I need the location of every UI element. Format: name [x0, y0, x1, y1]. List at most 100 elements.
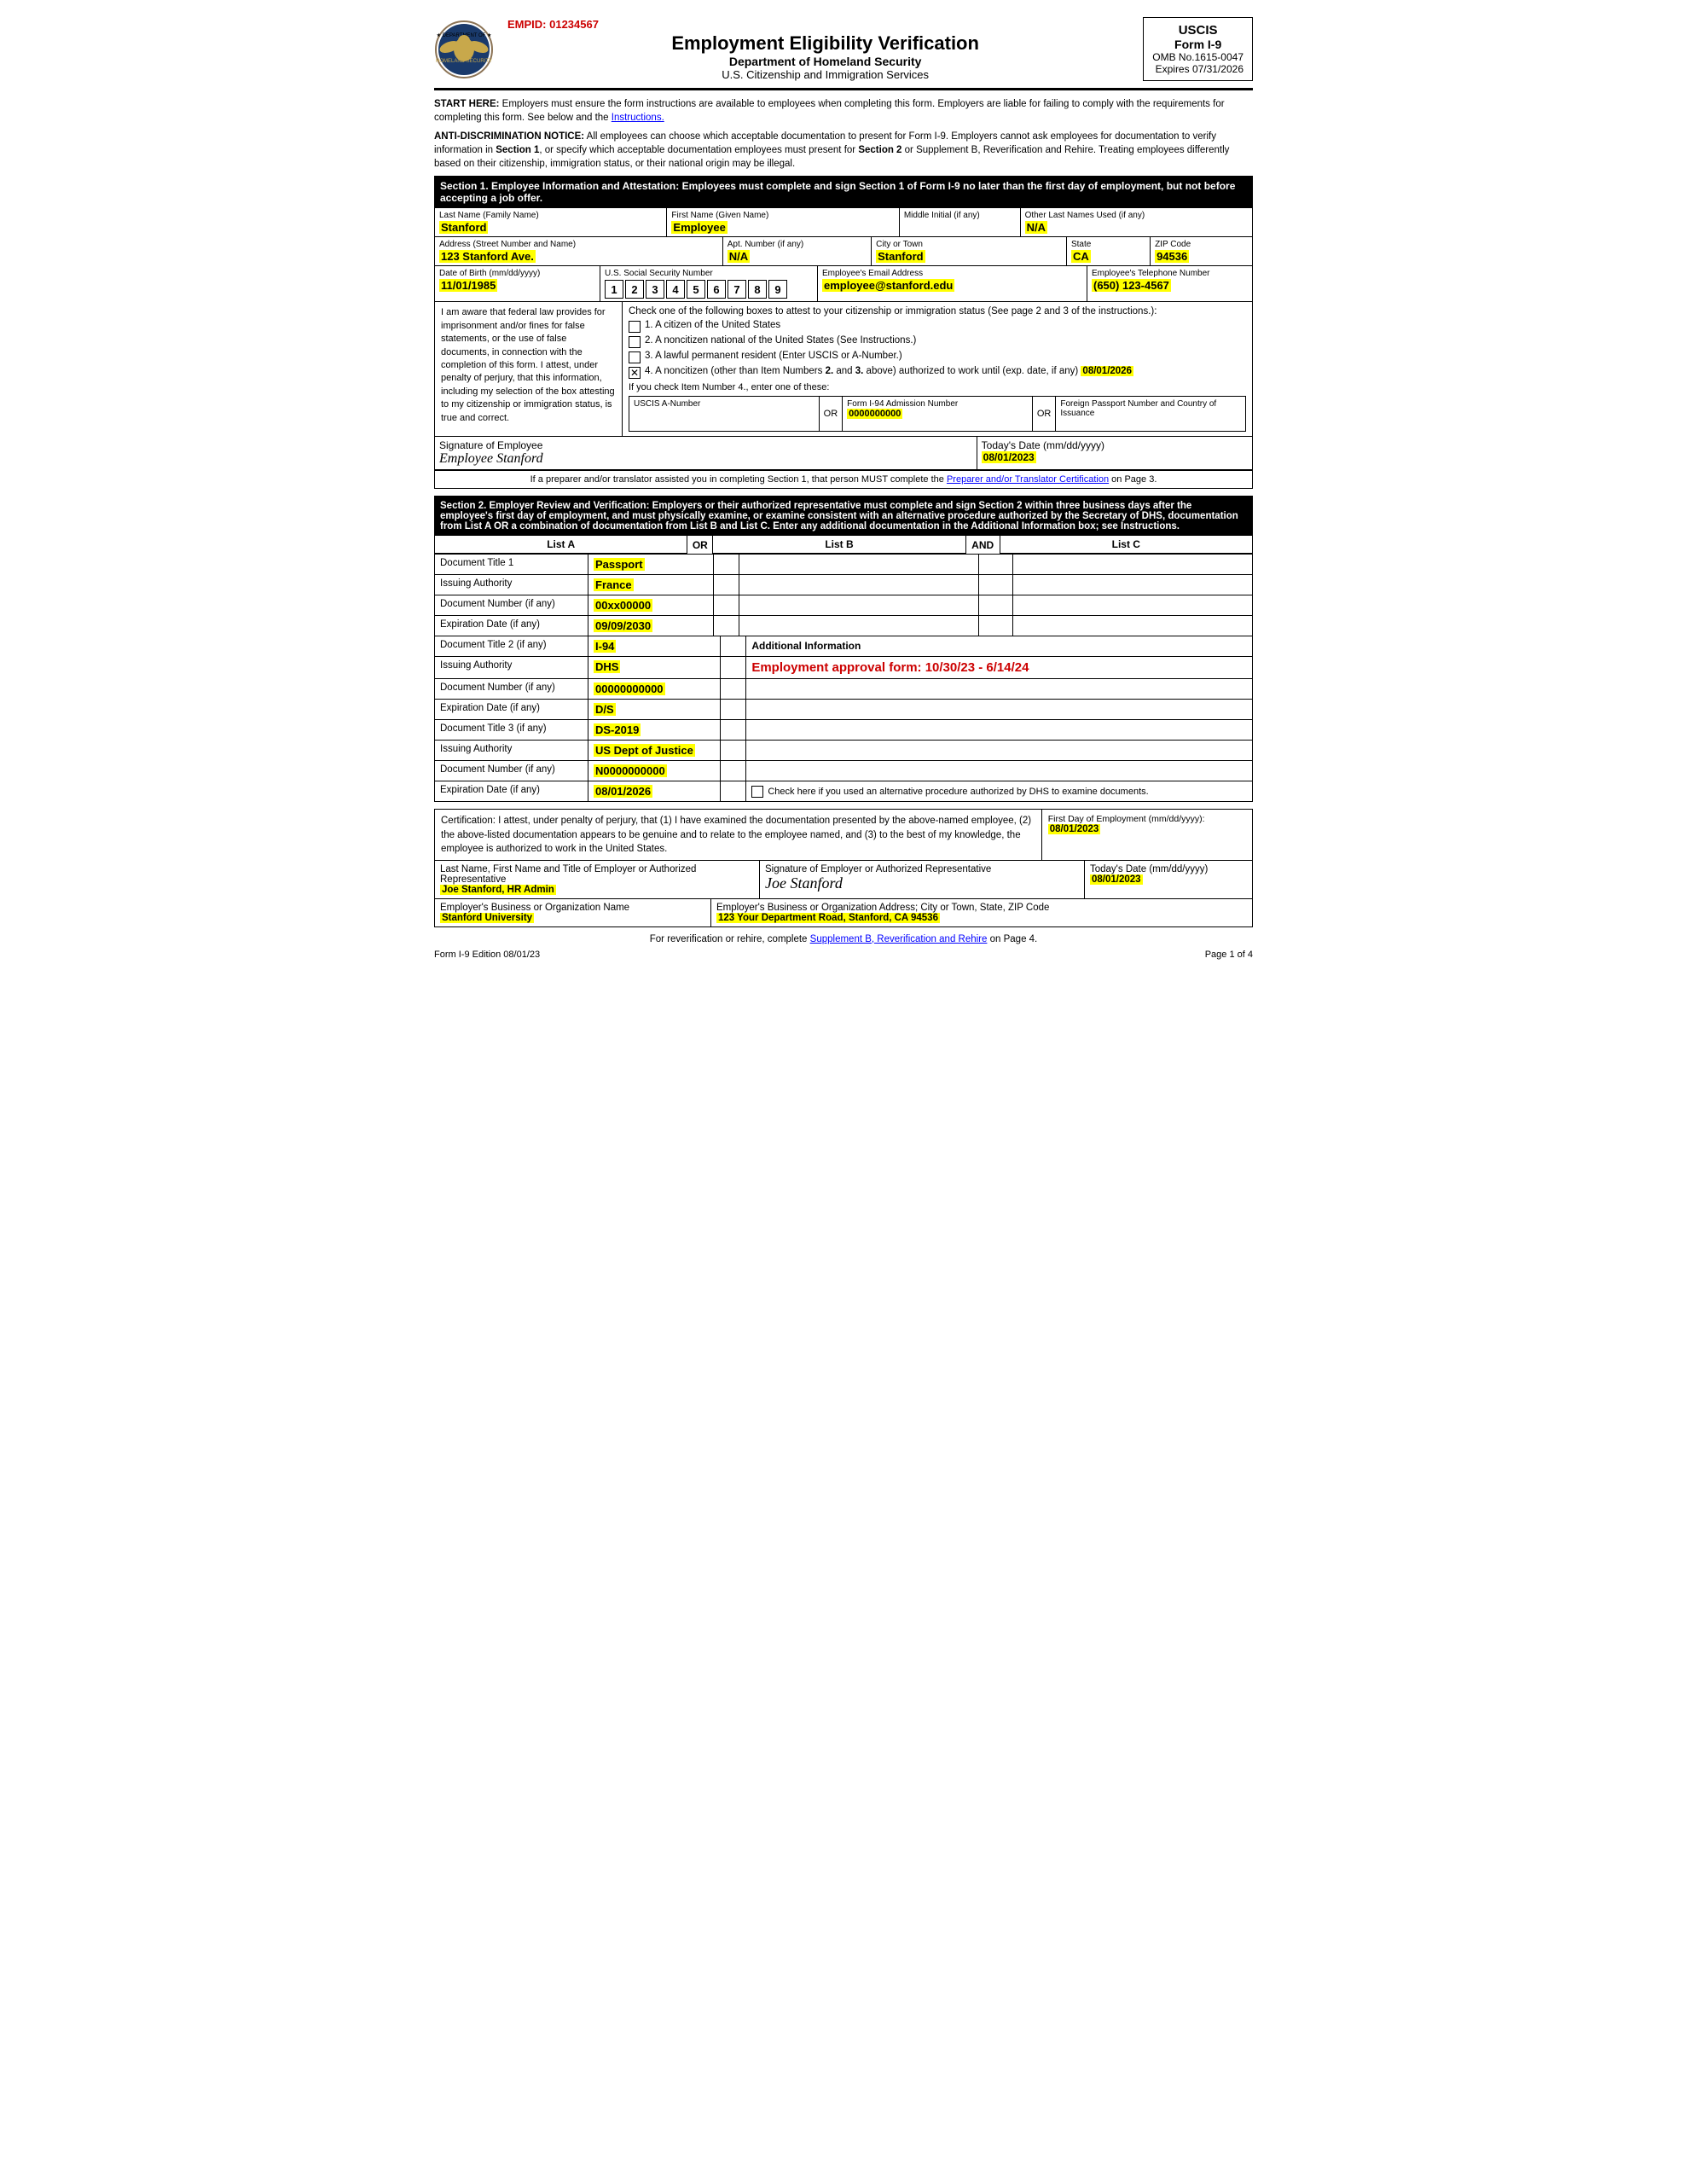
name-row: Last Name (Family Name) Stanford First N…: [435, 208, 1252, 237]
page-footer: Form I-9 Edition 08/01/23 Page 1 of 4: [434, 950, 1253, 960]
doc1-exp-value: 09/09/2030: [588, 616, 714, 636]
ssn-digit-6: 6: [707, 280, 726, 299]
option-1-checkbox[interactable]: [629, 321, 641, 333]
uscis-value: [634, 409, 815, 419]
and-spacer1: [979, 555, 1013, 574]
doc2-exp-value: D/S: [588, 700, 721, 719]
doc2-exp-row: Expiration Date (if any) D/S: [435, 700, 1252, 720]
alt-procedure-checkbox[interactable]: [751, 786, 763, 798]
i94-label: Form I-94 Admission Number: [847, 399, 1028, 409]
date-value: 08/01/2023: [982, 451, 1248, 463]
doc2-number-row: Document Number (if any) 00000000000: [435, 679, 1252, 700]
zip-cell: ZIP Code 94536: [1151, 237, 1252, 265]
certification-text: Certification: I attest, under penalty o…: [435, 810, 1042, 859]
passport-cell: Foreign Passport Number and Country of I…: [1056, 397, 1245, 431]
address-row: Address (Street Number and Name) 123 Sta…: [435, 237, 1252, 266]
doc2-issuing-value: DHS: [588, 657, 721, 678]
first-day-value: 08/01/2023: [1048, 824, 1246, 834]
city-label: City or Town: [876, 240, 1062, 249]
ssn-digit-7: 7: [728, 280, 746, 299]
issuing-auth-label-3: Issuing Authority: [435, 741, 588, 760]
citizenship-options: Check one of the following boxes to atte…: [623, 302, 1252, 436]
option-2-checkbox[interactable]: [629, 336, 641, 348]
or-spacer7: [721, 679, 746, 699]
additional-area-5: [746, 761, 1252, 781]
dob-label: Date of Birth (mm/dd/yyyy): [439, 269, 595, 278]
org-row: Employer's Business or Organization Name…: [435, 899, 1252, 926]
doc3-title-label: Document Title 3 (if any): [435, 720, 588, 740]
list-b-doc1-exp: [739, 616, 979, 636]
dept-name: Department of Homeland Security: [507, 55, 1143, 68]
first-day-label: First Day of Employment (mm/dd/yyyy):: [1048, 814, 1246, 824]
ssn-digit-3: 3: [646, 280, 664, 299]
employee-sig-cell: Signature of Employee Employee Stanford: [435, 437, 977, 469]
citizenship-intro: Check one of the following boxes to atte…: [629, 306, 1246, 317]
page-number: Page 1 of 4: [1205, 950, 1253, 960]
list-b-header: List B: [713, 536, 965, 554]
doc-num-label-2: Document Number (if any): [435, 679, 588, 699]
additional-area-4: [746, 741, 1252, 760]
rep-name-label: Last Name, First Name and Title of Emplo…: [440, 864, 754, 885]
ssn-digit-4: 4: [666, 280, 685, 299]
first-name-label: First Name (Given Name): [671, 211, 894, 220]
exp-date-label-1: Expiration Date (if any): [435, 616, 588, 636]
doc3-exp-row: Expiration Date (if any) 08/01/2026 Chec…: [435, 781, 1252, 801]
option-4-row: ✕ 4. A noncitizen (other than Item Numbe…: [629, 366, 1246, 379]
doc2-issuing-row: Issuing Authority DHS Employment approva…: [435, 657, 1252, 679]
doc2-title-row: Document Title 2 (if any) I-94 Additiona…: [435, 636, 1252, 657]
phone-label: Employee's Telephone Number: [1092, 269, 1248, 278]
or-spacer12: [721, 781, 746, 801]
additional-area-3: [746, 720, 1252, 740]
doc3-issuing-row: Issuing Authority US Dept of Justice: [435, 741, 1252, 761]
preparer-note: If a preparer and/or translator assisted…: [435, 470, 1252, 488]
preparer-link[interactable]: Preparer and/or Translator Certification: [947, 474, 1109, 485]
list-c-col: List C: [1000, 536, 1252, 554]
doc3-title-value: DS-2019: [588, 720, 721, 740]
or-spacer10: [721, 741, 746, 760]
or-divider: OR: [820, 397, 844, 431]
or-divider-2: OR: [1033, 397, 1057, 431]
doc1-number-row: Document Number (if any) 00xx00000: [435, 595, 1252, 616]
form-edition: Form I-9 Edition 08/01/23: [434, 950, 540, 960]
list-a-col: List A: [435, 536, 687, 554]
ssn-digit-9: 9: [768, 280, 787, 299]
and-spacer3: [979, 595, 1013, 615]
doc1-issuing-value: France: [588, 575, 714, 595]
list-c-doc1-issuing: [1013, 575, 1252, 595]
last-name-value: Stanford: [439, 220, 662, 234]
instructions-link[interactable]: Instructions.: [612, 113, 664, 123]
or-spacer11: [721, 761, 746, 781]
option-2-row: 2. A noncitizen national of the United S…: [629, 335, 1246, 348]
ssn-label: U.S. Social Security Number: [605, 269, 813, 278]
uscis-logo: ★ DEPARTMENT OF ★ HOMELAND SECURITY: [434, 20, 494, 79]
zip-value: 94536: [1155, 249, 1248, 263]
address-cell: Address (Street Number and Name) 123 Sta…: [435, 237, 723, 265]
option-3-checkbox[interactable]: [629, 351, 641, 363]
phone-cell: Employee's Telephone Number (650) 123-45…: [1087, 266, 1252, 301]
ssn-digit-8: 8: [748, 280, 767, 299]
option-2-label: 2. A noncitizen national of the United S…: [645, 335, 916, 346]
additional-area-2: [746, 700, 1252, 719]
list-c-doc1: [1013, 555, 1252, 574]
doc2-number-value: 00000000000: [588, 679, 721, 699]
org-address-cell: Employer's Business or Organization Addr…: [711, 899, 1252, 926]
doc2-title-value: I-94: [588, 636, 721, 656]
employee-signature-row: Signature of Employee Employee Stanford …: [435, 437, 1252, 470]
rep-name-cell: Last Name, First Name and Title of Emplo…: [435, 861, 760, 898]
apt-cell: Apt. Number (if any) N/A: [723, 237, 872, 265]
doc-num-label-1: Document Number (if any): [435, 595, 588, 615]
middle-initial-cell: Middle Initial (if any): [900, 208, 1021, 236]
list-c-doc1-num: [1013, 595, 1252, 615]
option-4-checkbox[interactable]: ✕: [629, 367, 641, 379]
rep-name-value: Joe Stanford, HR Admin: [440, 885, 754, 895]
first-name-value: Employee: [671, 220, 894, 234]
doc3-issuing-value: US Dept of Justice: [588, 741, 721, 760]
employer-date-value: 08/01/2023: [1090, 874, 1247, 885]
page-header: ★ DEPARTMENT OF ★ HOMELAND SECURITY EMPI…: [434, 17, 1253, 90]
middle-initial-value: [904, 220, 1016, 234]
option-1-row: 1. A citizen of the United States: [629, 320, 1246, 333]
doc3-number-value: N0000000000: [588, 761, 721, 781]
agency-name: U.S. Citizenship and Immigration Service…: [507, 68, 1143, 81]
supplement-b-link[interactable]: Supplement B, Reverification and Rehire: [810, 934, 988, 944]
employee-signature: Employee Stanford: [439, 451, 972, 467]
